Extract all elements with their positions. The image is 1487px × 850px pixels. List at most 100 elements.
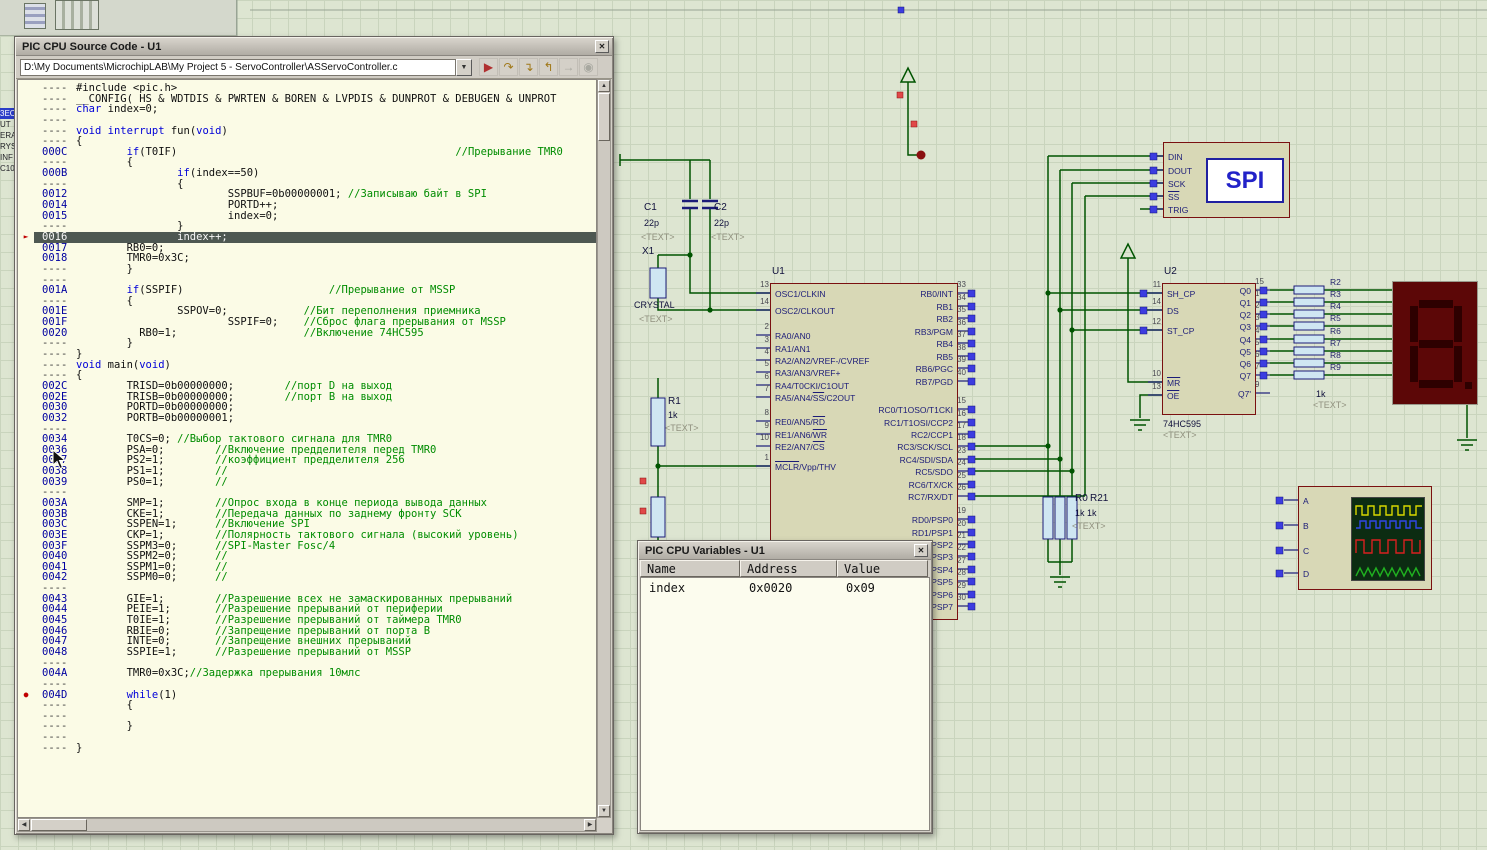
code-line[interactable]: ----: [18, 679, 596, 690]
code-line[interactable]: 0042 SSPM0=0; //: [18, 572, 596, 583]
variable-row[interactable]: index0x00200x09: [641, 578, 929, 596]
probe-marker[interactable]: [1140, 290, 1147, 297]
component-ref: C2: [714, 202, 727, 213]
step-out-icon[interactable]: ↰: [539, 58, 558, 76]
probe-marker[interactable]: [968, 493, 975, 500]
code-line[interactable]: ---- }: [18, 338, 596, 349]
code-area[interactable]: ----#include <pic.h>----__CONFIG( HS & W…: [17, 79, 597, 818]
component-u2-74hc595[interactable]: 11SH_CP14DS12ST_CP10MR13OE15Q01Q12Q23Q34…: [1162, 283, 1256, 415]
resistor-network-element[interactable]: [1294, 298, 1324, 306]
probe-marker[interactable]: [968, 603, 975, 610]
probe-marker[interactable]: [1260, 372, 1267, 379]
probe-marker[interactable]: [1276, 497, 1283, 504]
code-line[interactable]: 0048 SSPIE=1; //Разрешение прерываний от…: [18, 647, 596, 658]
resistor-network-element[interactable]: [1294, 322, 1324, 330]
object-selector-item[interactable]: ERA: [0, 130, 15, 141]
probe-marker[interactable]: [1276, 522, 1283, 529]
variables-column-header[interactable]: Value: [837, 560, 928, 577]
probe-marker[interactable]: [968, 378, 975, 385]
run-icon[interactable]: ▶: [479, 58, 498, 76]
resistor-network-element[interactable]: [1294, 371, 1324, 379]
probe-marker[interactable]: [640, 478, 646, 484]
scroll-down-icon[interactable]: ▼: [598, 805, 610, 817]
spi-debugger[interactable]: SPI DINDOUTSCKSSTRIG: [1163, 142, 1290, 218]
code-line[interactable]: ----}: [18, 743, 596, 754]
object-selector-item[interactable]: INF: [0, 152, 15, 163]
proteus-schematic-canvas[interactable]: 3ECUTERARYSINFC10 13OSC1/CLKIN14OSC2/CLK…: [0, 0, 1487, 850]
variables-header: NameAddressValue: [640, 560, 930, 577]
probe-marker[interactable]: [1140, 307, 1147, 314]
resistor-pulldown[interactable]: [1043, 497, 1053, 539]
code-line[interactable]: ----: [18, 115, 596, 126]
object-selector-item[interactable]: C10: [0, 163, 15, 174]
code-line[interactable]: ---- }: [18, 721, 596, 732]
probe-marker[interactable]: [1140, 327, 1147, 334]
code-line[interactable]: 004A TMR0=0x3C;//Задержка прерывания 10м…: [18, 668, 596, 679]
scrollbar-thumb[interactable]: [31, 819, 87, 831]
resistor-network-element[interactable]: [1294, 347, 1324, 355]
resistor-r1[interactable]: [651, 398, 665, 446]
resistor-network-element[interactable]: [1294, 359, 1324, 367]
toolbar-icon-fragment[interactable]: [24, 3, 46, 29]
run-to-cursor-icon[interactable]: →: [559, 58, 578, 76]
toolbar-icon-fragment[interactable]: [55, 0, 99, 30]
probe-marker[interactable]: [1150, 153, 1157, 160]
line-margin: [18, 360, 34, 371]
resistor-ref: R2: [1330, 277, 1341, 287]
resistor-network-element[interactable]: [1294, 286, 1324, 294]
probe-marker[interactable]: [898, 7, 904, 13]
chevron-down-icon[interactable]: ▼: [456, 59, 472, 76]
probe-marker[interactable]: [1276, 570, 1283, 577]
scroll-right-icon[interactable]: ▶: [584, 819, 596, 831]
code-line[interactable]: ----: [18, 732, 596, 743]
oscilloscope[interactable]: ABCD: [1298, 486, 1432, 590]
crystal-symbol[interactable]: [650, 268, 666, 298]
scrollbar-thumb[interactable]: [598, 93, 610, 141]
line-margin: [18, 498, 34, 509]
step-into-icon[interactable]: ↴: [519, 58, 538, 76]
code-line[interactable]: 0039 PS0=1; //: [18, 477, 596, 488]
source-window-titlebar[interactable]: PIC CPU Source Code - U1 ✕: [16, 38, 612, 56]
code-line[interactable]: ---- {: [18, 700, 596, 711]
probe-marker[interactable]: [897, 92, 903, 98]
probe-marker[interactable]: [911, 121, 917, 127]
code-line[interactable]: 0032 PORTB=0b00000001;: [18, 413, 596, 424]
close-icon[interactable]: ✕: [595, 40, 609, 53]
step-over-icon[interactable]: ↷: [499, 58, 518, 76]
code-line[interactable]: ----void main(void): [18, 360, 596, 371]
source-file-combobox[interactable]: D:\My Documents\MicrochipLAB\My Project …: [20, 59, 456, 76]
variables-column-header[interactable]: Address: [740, 560, 837, 577]
object-selector-item[interactable]: RYS: [0, 141, 15, 152]
probe-marker[interactable]: [1276, 547, 1283, 554]
probe-marker[interactable]: [1150, 180, 1157, 187]
breakpoint-icon[interactable]: ●: [18, 690, 34, 701]
scroll-left-icon[interactable]: ◀: [18, 819, 30, 831]
toggle-breakpoint-icon[interactable]: ◉: [579, 58, 598, 76]
variables-window-titlebar[interactable]: PIC CPU Variables - U1 ✕: [639, 542, 931, 560]
resistor-pulldown[interactable]: [1055, 497, 1065, 539]
probe-marker[interactable]: [1150, 206, 1157, 213]
code-address: 002C: [34, 381, 76, 392]
probe-marker[interactable]: [1150, 167, 1157, 174]
line-margin: [18, 636, 34, 647]
object-selector-item[interactable]: UT: [0, 119, 15, 130]
resistor-network-element[interactable]: [1294, 310, 1324, 318]
horizontal-scrollbar[interactable]: ◀ ▶: [17, 818, 597, 832]
code-line[interactable]: ----void interrupt fun(void): [18, 126, 596, 137]
scroll-up-icon[interactable]: ▲: [598, 80, 610, 92]
code-line[interactable]: ----char index=0;: [18, 104, 596, 115]
resistor-lower[interactable]: [651, 497, 665, 537]
pin-ra2-an2-vref-cvref: 4RA2/AN2/VREF-/CVREF: [775, 356, 869, 366]
close-icon[interactable]: ✕: [914, 544, 928, 557]
object-selector-item[interactable]: 3EC: [0, 108, 15, 119]
seven-segment-display[interactable]: [1392, 281, 1478, 405]
code-line-current[interactable]: ►0016 index++;: [18, 232, 596, 243]
resistor-network-element[interactable]: [1294, 335, 1324, 343]
code-line[interactable]: ---- }: [18, 264, 596, 275]
variables-column-header[interactable]: Name: [640, 560, 740, 577]
line-margin: [18, 583, 34, 594]
probe-marker[interactable]: [1150, 193, 1157, 200]
vertical-scrollbar[interactable]: ▲ ▼: [597, 79, 611, 818]
probe-marker[interactable]: [640, 508, 646, 514]
code-text: SSPM0=0; //: [76, 572, 596, 583]
